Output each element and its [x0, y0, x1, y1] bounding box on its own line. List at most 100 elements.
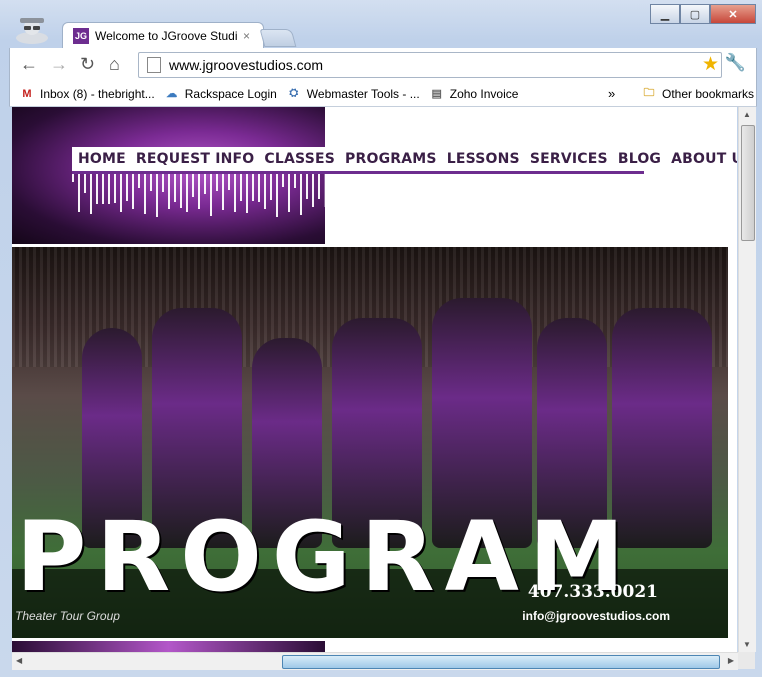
vertical-scroll-thumb[interactable] [741, 125, 755, 241]
equalizer-bar [312, 172, 314, 208]
equalizer-bar [474, 172, 476, 207]
equalizer-bar [294, 172, 296, 188]
vertical-scrollbar[interactable]: ▲ ▼ [738, 107, 756, 652]
equalizer-bar [588, 172, 590, 212]
equalizer-bar [360, 172, 362, 191]
home-icon[interactable]: ⌂ [109, 54, 120, 75]
equalizer-bar [612, 172, 614, 205]
equalizer-bar [150, 172, 152, 192]
phone-number: 407.333.0021 [527, 582, 658, 602]
equalizer-bar [576, 172, 578, 218]
reload-icon[interactable]: ↻ [80, 54, 95, 75]
equalizer-bar [630, 172, 632, 212]
nav-programs[interactable]: PROGRAMS [345, 151, 437, 167]
back-arrow-icon[interactable]: ← [20, 54, 38, 75]
equalizer-bar [132, 172, 134, 209]
forward-arrow-icon[interactable]: → [50, 54, 68, 75]
equalizer-bar [426, 172, 428, 197]
equalizer-bar [192, 172, 194, 197]
horizontal-scroll-thumb[interactable] [282, 655, 720, 669]
equalizer-bar [240, 172, 242, 201]
page-icon [147, 57, 161, 73]
equalizer-bar [390, 172, 392, 212]
equalizer-bar [618, 172, 620, 204]
nav-underline [72, 171, 644, 174]
other-bookmarks[interactable]: 🗀 Other bookmarks [642, 86, 755, 101]
url-text: www.jgroovestudios.com [169, 57, 324, 73]
bookmark-webmaster[interactable]: ⛭ Webmaster Tools - ... [287, 86, 420, 101]
wrench-icon[interactable]: 🔧 [725, 53, 746, 73]
equalizer-bar [234, 172, 236, 213]
equalizer-bar [486, 172, 488, 215]
tab-title: Welcome to JGroove Studio [95, 29, 237, 43]
nav-services[interactable]: SERVICES [530, 151, 608, 167]
other-bookmarks-label: Other bookmarks [662, 86, 755, 101]
equalizer-bar [480, 172, 482, 205]
equalizer-bar [78, 172, 80, 212]
bookmark-gmail[interactable]: M Inbox (8) - thebright... [20, 87, 154, 101]
window-controls: ▁ ▢ ✕ [650, 4, 756, 24]
equalizer-bar [498, 172, 500, 212]
equalizer-bar [228, 172, 230, 191]
scroll-up-icon[interactable]: ▲ [743, 110, 751, 119]
bookmark-label: Webmaster Tools - ... [306, 86, 420, 101]
bookmark-label: Rackspace Login [184, 86, 277, 101]
close-window-button[interactable]: ✕ [710, 4, 756, 24]
maximize-button[interactable]: ▢ [680, 4, 710, 24]
scroll-right-icon[interactable]: ▶ [728, 656, 734, 665]
image-caption: Theater Tour Group [15, 609, 120, 623]
equalizer-bar [348, 172, 350, 194]
bookmark-rackspace[interactable]: ☁ Rackspace Login [165, 87, 277, 101]
star-icon[interactable]: ★ [702, 53, 719, 76]
equalizer-bar [594, 172, 596, 193]
new-tab-button[interactable] [259, 29, 297, 47]
equalizer-bar [114, 172, 116, 204]
browser-tab[interactable]: JG Welcome to JGroove Studio × [62, 22, 264, 49]
equalizer-bar [444, 172, 446, 214]
minimize-button[interactable]: ▁ [650, 4, 680, 24]
equalizer-bar [552, 172, 554, 205]
equalizer-bar [198, 172, 200, 210]
equalizer-bar [330, 172, 332, 209]
equalizer-bar [84, 172, 86, 194]
nav-blog[interactable]: BLOG [618, 151, 661, 167]
bookmarks-overflow-button[interactable]: » [608, 86, 615, 101]
equalizer-bar [468, 172, 470, 206]
equalizer-bar [270, 172, 272, 201]
equalizer-bar [204, 172, 206, 195]
equalizer-bar [306, 172, 308, 199]
scroll-left-icon[interactable]: ◀ [16, 656, 22, 665]
scrollbar-corner [738, 652, 755, 669]
equalizer-bar [168, 172, 170, 209]
nav-classes[interactable]: CLASSES [264, 151, 335, 167]
bookmarks-bar: M Inbox (8) - thebright... ☁ Rackspace L… [9, 81, 757, 107]
equalizer-bar [414, 172, 416, 200]
equalizer-bar [252, 172, 254, 201]
equalizer-bar [408, 172, 410, 207]
equalizer-bar [606, 172, 608, 204]
equalizer-bar [516, 172, 518, 194]
nav-lessons[interactable]: LESSONS [447, 151, 520, 167]
footer-image-strip [12, 641, 325, 652]
zoho-icon: ▤ [431, 88, 442, 100]
nav-home[interactable]: HOME [78, 151, 126, 167]
equalizer-bar [246, 172, 248, 214]
bookmark-zoho[interactable]: ▤ Zoho Invoice [430, 87, 519, 101]
hero-banner[interactable]: PROGRAM 407.333.0021 info@jgroovestudios… [12, 247, 728, 638]
toolbar: ← → ↻ ⌂ www.jgroovestudios.com ★ 🔧 [9, 48, 757, 81]
equalizer-bar [126, 172, 128, 202]
equalizer-bar [540, 172, 542, 205]
address-bar[interactable]: www.jgroovestudios.com ★ [138, 52, 722, 78]
nav-request-info[interactable]: REQUEST INFO [136, 151, 254, 167]
equalizer-bar [222, 172, 224, 210]
equalizer-bar [174, 172, 176, 203]
equalizer-bar [300, 172, 302, 216]
equalizer-bar [396, 172, 398, 208]
cloud-icon: ☁ [166, 88, 178, 100]
horizontal-scrollbar[interactable]: ◀ ▶ [12, 652, 738, 670]
email-link[interactable]: info@jgroovestudios.com [522, 609, 670, 623]
tab-close-icon[interactable]: × [243, 29, 250, 43]
nav-about-us[interactable]: ABOUT US [671, 151, 737, 167]
equalizer-graphic [72, 172, 642, 222]
scroll-down-icon[interactable]: ▼ [743, 640, 751, 649]
